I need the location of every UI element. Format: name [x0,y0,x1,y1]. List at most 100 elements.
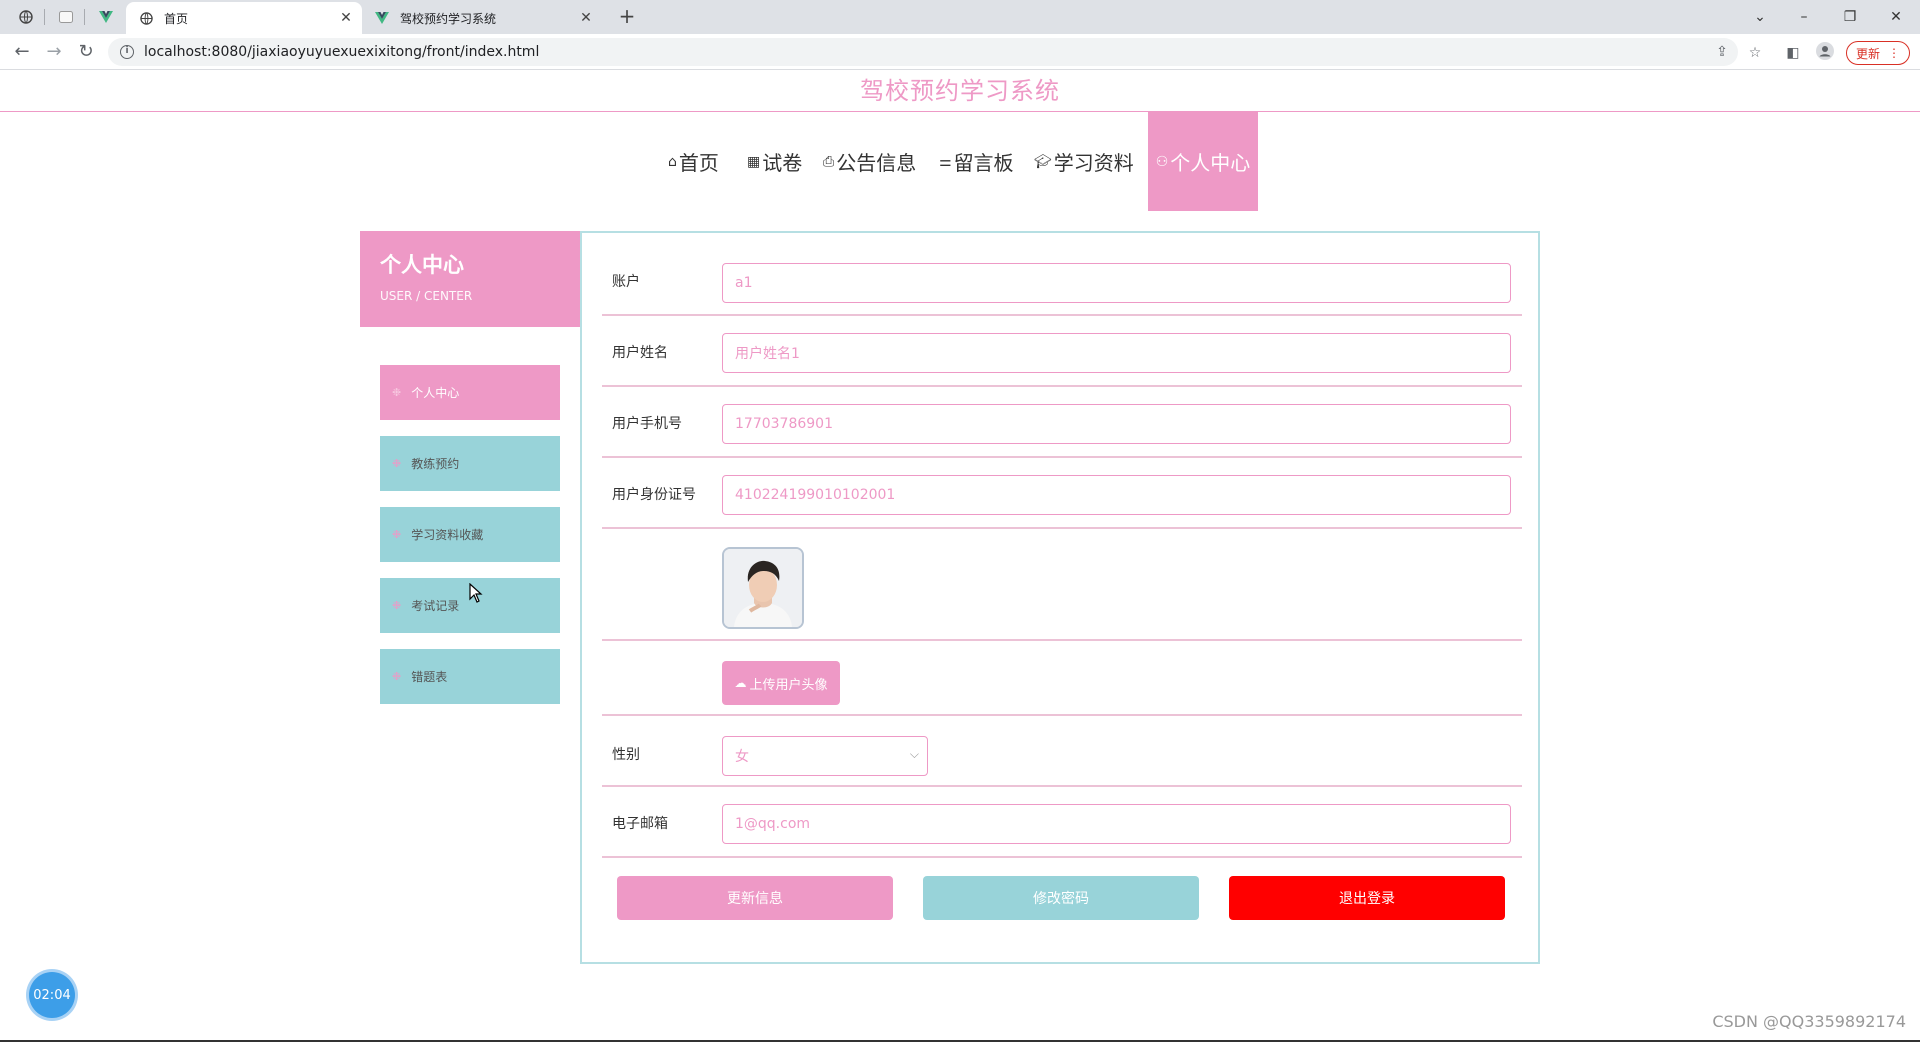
form-row-email: 电子邮箱 1@qq.com [602,787,1522,858]
address-bar: ← → ↻ i localhost:8080/jiaxiaoyuyuexuexi… [0,34,1920,70]
form-row-name: 用户姓名 用户姓名1 [602,316,1522,387]
account-input[interactable]: a1 [722,263,1511,303]
star-icon[interactable]: ☆ [1744,42,1766,64]
sidebar-item-label: 学习资料收藏 [411,528,484,542]
upload-avatar-button[interactable]: ☁ 上传用户头像 [722,661,840,705]
close-tab-icon[interactable]: ✕ [338,10,354,26]
graduation-cap-icon: 🎓︎ [1034,153,1052,170]
reload-icon[interactable]: ↻ [74,40,98,64]
share-icon[interactable]: ⇪ [1712,42,1732,62]
mouse-cursor-icon [469,582,483,607]
gear-icon: ❉ [392,670,402,683]
phone-value: 17703786901 [735,416,833,432]
sliders-icon: ⚌ [939,153,952,170]
phone-label: 用户手机号 [612,416,682,432]
main-navigation: ⌂ 首页 ▦ 试卷 ⎙ 公告信息 ⚌ 留言板 🎓︎ 学习资料 ⚇ 个人中心 [0,112,1920,211]
forward-icon[interactable]: → [42,40,66,64]
sidebar-item-label: 个人中心 [411,386,460,400]
cloud-upload-icon: ☁ [734,676,747,690]
nav-label: 公告信息 [836,151,917,175]
sidebar-item-material-favorites[interactable]: ❉ 学习资料收藏 [380,507,560,562]
new-tab-button[interactable]: + [616,6,638,28]
tab-title: 首页 [164,11,189,26]
nav-item-home[interactable]: ⌂ 首页 [668,112,719,211]
id-card-value: 410224199010102001 [735,487,896,503]
change-password-button[interactable]: 修改密码 [923,876,1199,920]
nav-label: 首页 [678,151,719,175]
user-icon: ⚇ [1155,153,1169,170]
close-window-icon[interactable]: ✕ [1876,4,1916,30]
tab-title: 驾校预约学习系统 [400,11,497,26]
account-value: a1 [735,275,753,291]
update-button[interactable]: 更新 ⋮ [1846,41,1910,65]
vue-logo-icon [374,10,390,26]
update-info-label: 更新信息 [727,891,783,907]
logout-button[interactable]: 退出登录 [1229,876,1505,920]
site-header: 驾校预约学习系统 [0,70,1920,112]
phone-input[interactable]: 17703786901 [722,404,1511,444]
sidebar-header: 个人中心 USER / CENTER [360,231,580,327]
sidebar-item-label: 考试记录 [411,599,460,613]
sidebar-title: 个人中心 [380,253,464,277]
gear-icon: ❉ [392,599,402,612]
vue-logo-icon[interactable] [96,7,116,27]
globe-icon [138,10,154,26]
sidebar-item-label: 教练预约 [411,457,460,471]
site-title: 驾校预约学习系统 [860,77,1060,105]
avatar[interactable] [722,547,804,629]
nav-item-study-materials[interactable]: 🎓︎ 学习资料 [1034,112,1134,211]
browser-tab-strip: 首页 ✕ 驾校预约学习系统 ✕ + ⌄ – ❐ ✕ [0,0,1920,34]
name-input[interactable]: 用户姓名1 [722,333,1511,373]
sidebar-subtitle: USER / CENTER [380,289,473,303]
account-label: 账户 [612,274,640,290]
grid-icon: ▦ [747,153,761,170]
url-field[interactable]: i localhost:8080/jiaxiaoyuyuexuexixitong… [108,38,1738,66]
id-card-label: 用户身份证号 [612,487,696,503]
info-icon[interactable]: i [120,45,134,59]
tab-driving-school[interactable]: 驾校预约学习系统 ✕ [362,2,602,34]
upload-label: 上传用户头像 [749,677,828,693]
url-text: localhost:8080/jiaxiaoyuyuexuexixitong/f… [144,44,540,60]
gear-icon: ❉ [392,457,402,470]
home-icon: ⌂ [668,153,677,170]
nav-label: 留言板 [953,151,1014,175]
update-info-button[interactable]: 更新信息 [617,876,893,920]
gear-icon: ❉ [392,528,402,541]
chevron-down-icon[interactable]: ⌄ [1740,4,1780,30]
logout-label: 退出登录 [1339,891,1395,907]
email-value: 1@qq.com [735,816,811,832]
close-tab-icon[interactable]: ✕ [578,10,594,26]
blank-page-icon[interactable] [56,7,76,27]
recording-timer[interactable]: 02:04 [29,972,75,1018]
email-input[interactable]: 1@qq.com [722,804,1511,844]
tab-separator [84,9,85,25]
form-row-avatar [602,529,1522,641]
side-panel-icon[interactable]: ◧ [1782,42,1804,64]
form-row-id-card: 用户身份证号 410224199010102001 [602,458,1522,529]
name-label: 用户姓名 [612,345,668,361]
form-row-upload: ☁ 上传用户头像 [602,641,1522,716]
name-value: 用户姓名1 [735,346,800,362]
minimize-icon[interactable]: – [1784,4,1824,30]
sidebar-item-coach-booking[interactable]: ❉ 教练预约 [380,436,560,491]
nav-item-notice[interactable]: ⎙ 公告信息 [823,112,916,211]
restore-icon[interactable]: ❐ [1830,4,1870,30]
form-row-gender: 性别 女 ⌵ [602,716,1522,787]
sidebar-item-wrong-questions[interactable]: ❉ 错题表 [380,649,560,704]
nav-label: 试卷 [762,151,803,175]
sidebar-item-personal-center[interactable]: ❉ 个人中心 [380,365,560,420]
id-card-input[interactable]: 410224199010102001 [722,475,1511,515]
nav-item-message-board[interactable]: ⚌ 留言板 [939,112,1014,211]
sidebar-item-label: 错题表 [411,670,448,684]
globe-icon[interactable] [16,7,36,27]
nav-item-personal-center[interactable]: ⚇ 个人中心 [1148,112,1258,211]
nav-item-exam[interactable]: ▦ 试卷 [747,112,802,211]
gender-select[interactable]: 女 ⌵ [722,736,928,776]
update-label: 更新 [1855,46,1880,61]
gender-label: 性别 [612,747,640,763]
tab-home[interactable]: 首页 ✕ [126,2,362,34]
back-icon[interactable]: ← [10,40,34,64]
printer-icon: ⎙ [823,153,835,170]
more-menu-icon: ⋮ [1888,46,1900,60]
profile-icon[interactable] [1814,42,1836,64]
